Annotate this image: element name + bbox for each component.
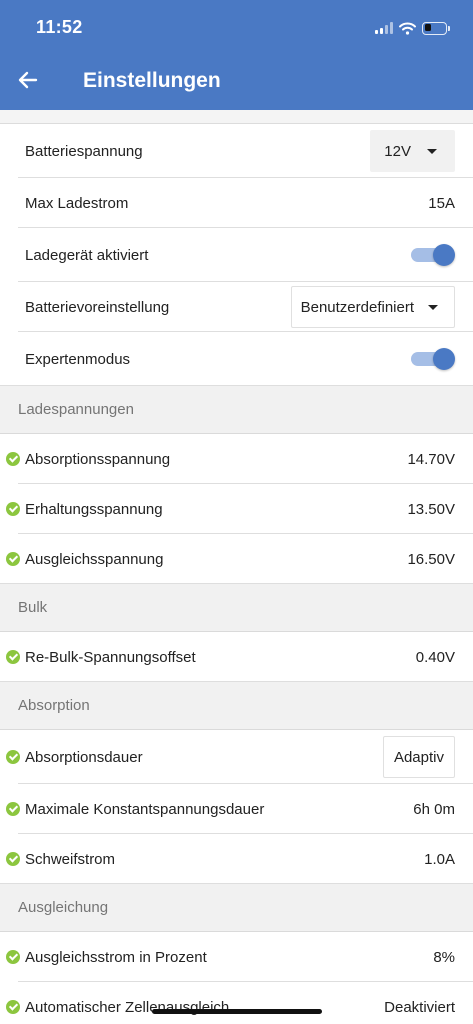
- check-circle-icon: [6, 852, 20, 866]
- check-circle-icon: [6, 502, 20, 516]
- setting-equalization-voltage[interactable]: Ausgleichsspannung 16.50V: [0, 534, 473, 584]
- dropdown-value: Benutzerdefiniert: [300, 298, 414, 316]
- setting-value: 0.40V: [415, 648, 455, 666]
- check-circle-icon: [6, 950, 20, 964]
- setting-label: Maximale Konstantspannungsdauer: [25, 800, 265, 818]
- setting-label: Batteriespannung: [25, 142, 143, 160]
- dropdown-value: 12V: [384, 142, 411, 160]
- expert-mode-toggle[interactable]: [411, 348, 455, 370]
- setting-value: Deaktiviert: [384, 998, 455, 1016]
- setting-charger-enabled: Ladegerät aktiviert: [0, 228, 473, 282]
- setting-float-voltage[interactable]: Erhaltungsspannung 13.50V: [0, 484, 473, 534]
- setting-rebulk-offset[interactable]: Re-Bulk-Spannungsoffset 0.40V: [0, 632, 473, 682]
- setting-value: 16.50V: [407, 550, 455, 568]
- setting-value: 13.50V: [407, 500, 455, 518]
- setting-label: Ladegerät aktiviert: [25, 246, 149, 264]
- setting-label: Re-Bulk-Spannungsoffset: [25, 648, 196, 666]
- charger-enabled-toggle[interactable]: [411, 244, 455, 266]
- setting-value: 1.0A: [424, 850, 455, 868]
- status-time: 11:52: [36, 17, 83, 37]
- battery-voltage-dropdown[interactable]: 12V: [370, 130, 455, 172]
- setting-label: Absorptionsspannung: [25, 450, 171, 468]
- home-indicator: [152, 1009, 322, 1014]
- setting-label: Erhaltungsspannung: [25, 500, 163, 518]
- check-circle-icon: [6, 650, 20, 664]
- battery-icon: [422, 21, 450, 35]
- setting-label: Batterievoreinstellung: [25, 298, 170, 316]
- setting-tail-current[interactable]: Schweifstrom 1.0A: [0, 834, 473, 884]
- status-icons: [375, 18, 450, 38]
- setting-equalization-current[interactable]: Ausgleichsstrom in Prozent 8%: [0, 932, 473, 982]
- absorption-duration-button[interactable]: Adaptiv: [382, 736, 455, 778]
- setting-label: Ausgleichsstrom in Prozent: [25, 948, 207, 966]
- setting-value: 8%: [433, 948, 455, 966]
- setting-value: 14.70V: [407, 450, 455, 468]
- arrow-left-icon[interactable]: [16, 68, 40, 92]
- setting-absorption-voltage[interactable]: Absorptionsspannung 14.70V: [0, 434, 473, 484]
- section-header-bulk: Bulk: [0, 584, 473, 632]
- setting-expert-mode: Expertenmodus: [0, 332, 473, 386]
- check-circle-icon: [6, 802, 20, 816]
- setting-max-charge-current[interactable]: Max Ladestrom 15A: [0, 178, 473, 228]
- list-top-strip: [0, 110, 473, 124]
- setting-value: 6h 0m: [413, 800, 455, 818]
- setting-auto-equalization[interactable]: Automatischer Zellenausgleich Deaktivier…: [0, 982, 473, 1024]
- setting-label: Ausgleichsspannung: [25, 550, 164, 568]
- setting-label: Schweifstrom: [25, 850, 116, 868]
- caret-down-icon: [428, 304, 438, 310]
- setting-battery-voltage: Batteriespannung 12V: [0, 124, 473, 178]
- setting-battery-preset: Batterievoreinstellung Benutzerdefiniert: [0, 282, 473, 332]
- check-circle-icon: [6, 452, 20, 466]
- page-title: Einstellungen: [83, 69, 221, 92]
- wifi-icon: [399, 22, 416, 35]
- setting-label: Max Ladestrom: [25, 194, 129, 212]
- app-header: 11:52 Einstellungen: [0, 0, 473, 110]
- setting-label: Absorptionsdauer: [25, 748, 143, 766]
- check-circle-icon: [6, 750, 20, 764]
- battery-preset-dropdown[interactable]: Benutzerdefiniert: [290, 286, 455, 328]
- check-circle-icon: [6, 552, 20, 566]
- section-header-ausgleichung: Ausgleichung: [0, 884, 473, 932]
- caret-down-icon: [427, 148, 437, 154]
- settings-list[interactable]: Batteriespannung 12V Max Ladestrom 15A L…: [0, 110, 473, 1024]
- setting-label: Expertenmodus: [25, 350, 131, 368]
- cellular-signal-icon: [375, 22, 393, 34]
- check-circle-icon: [6, 1000, 20, 1014]
- section-header-absorption: Absorption: [0, 682, 473, 730]
- setting-absorption-duration: Absorptionsdauer Adaptiv: [0, 730, 473, 784]
- setting-value: 15A: [428, 194, 455, 212]
- section-header-ladespannungen: Ladespannungen: [0, 386, 473, 434]
- setting-max-absorption-time[interactable]: Maximale Konstantspannungsdauer 6h 0m: [0, 784, 473, 834]
